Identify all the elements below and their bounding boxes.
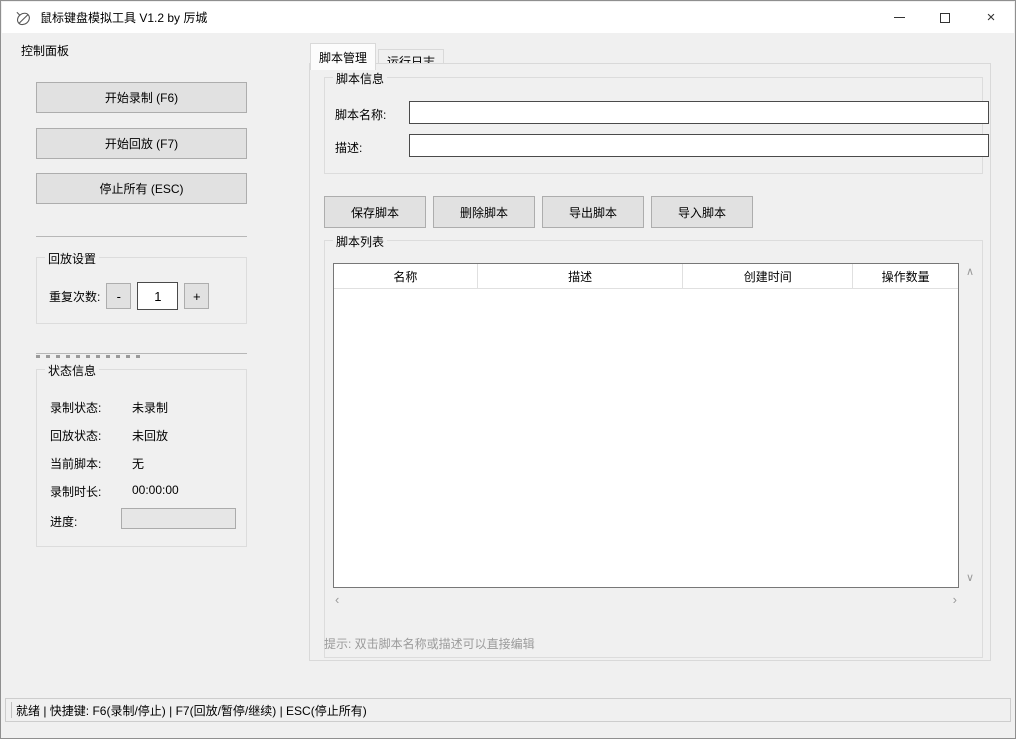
status-bar: 就绪 | 快捷键: F6(录制/停止) | F7(回放/暂停/继续) | ESC… [5,698,1011,722]
delete-script-button[interactable]: 删除脚本 [433,196,535,228]
script-desc-label: 描述: [335,139,362,156]
playback-status-value: 未回放 [132,427,168,444]
status-info-group: 状态信息 录制状态: 未录制 回放状态: 未回放 当前脚本: 无 录制时长: 0… [36,369,247,547]
scroll-right-icon[interactable]: › [953,593,957,606]
record-status-label: 录制状态: [50,399,132,416]
status-info-title: 状态信息 [45,362,99,379]
separator [36,236,247,237]
stop-all-button[interactable]: 停止所有 (ESC) [36,173,247,204]
clipped-text-artifact [36,355,142,358]
minimize-icon [894,17,905,18]
title-bar: 鼠标键盘模拟工具 V1.2 by 厉城 × [2,2,1014,33]
column-header-name[interactable]: 名称 [334,264,478,288]
save-script-button[interactable]: 保存脚本 [324,196,426,228]
record-duration-value: 00:00:00 [132,483,179,500]
start-record-button[interactable]: 开始录制 (F6) [36,82,247,113]
script-name-label: 脚本名称: [335,106,386,123]
repeat-count-input[interactable] [137,282,178,310]
window-controls: × [876,2,1014,33]
script-info-title: 脚本信息 [333,70,387,87]
script-desc-input[interactable] [409,134,989,157]
status-bar-text: 就绪 | 快捷键: F6(录制/停止) | F7(回放/暂停/继续) | ESC… [16,702,367,719]
repeat-count-row: 重复次数: - + [49,282,209,310]
script-name-row: 脚本名称: [335,106,386,123]
mouse-app-icon [14,9,32,27]
separator [36,353,247,354]
column-header-created[interactable]: 创建时间 [683,264,853,288]
current-script-label: 当前脚本: [50,455,132,472]
scroll-up-icon[interactable]: ∧ [966,267,974,278]
current-script-row: 当前脚本: 无 [50,455,144,472]
record-duration-label: 录制时长: [50,483,132,500]
status-bar-divider [11,702,12,718]
script-name-input[interactable] [409,101,989,124]
script-list-title: 脚本列表 [333,233,387,250]
record-status-value: 未录制 [132,399,168,416]
scroll-down-icon[interactable]: ∨ [966,573,974,584]
playback-status-label: 回放状态: [50,427,132,444]
import-script-button[interactable]: 导入脚本 [651,196,753,228]
current-script-value: 无 [132,455,144,472]
vertical-scrollbar[interactable]: ∧ ∨ [962,263,978,588]
close-button[interactable]: × [968,2,1014,33]
playback-settings-group: 回放设置 重复次数: - + [36,257,247,324]
progress-label: 进度: [50,513,77,530]
edit-hint-text: 提示: 双击脚本名称或描述可以直接编辑 [324,635,535,652]
app-window: 鼠标键盘模拟工具 V1.2 by 厉城 × 控制面板 开始录制 (F6) 开始回… [0,0,1016,739]
window-title: 鼠标键盘模拟工具 V1.2 by 厉城 [40,9,207,26]
script-info-group: 脚本信息 脚本名称: 描述: [324,77,983,174]
record-duration-row: 录制时长: 00:00:00 [50,483,179,500]
repeat-increment-button[interactable]: + [184,283,209,309]
control-panel-title: 控制面板 [21,42,69,59]
column-header-op-count[interactable]: 操作数量 [853,264,958,288]
tab-script-management[interactable]: 脚本管理 [310,43,376,70]
script-list-group: 脚本列表 名称 描述 创建时间 操作数量 ∧ ∨ ‹ › [324,240,983,658]
maximize-icon [940,13,950,23]
playback-status-row: 回放状态: 未回放 [50,427,168,444]
repeat-count-label: 重复次数: [49,288,100,305]
repeat-decrement-button[interactable]: - [106,283,131,309]
export-script-button[interactable]: 导出脚本 [542,196,644,228]
playback-settings-title: 回放设置 [45,250,99,267]
script-table-header: 名称 描述 创建时间 操作数量 [334,264,958,289]
horizontal-scrollbar[interactable]: ‹ › [333,591,959,607]
script-management-page: 脚本信息 脚本名称: 描述: 保存脚本 删除脚本 导出脚本 导入脚本 脚本列表 … [309,63,991,661]
minimize-button[interactable] [876,2,922,33]
record-status-row: 录制状态: 未录制 [50,399,168,416]
scroll-left-icon[interactable]: ‹ [335,593,339,606]
column-header-description[interactable]: 描述 [478,264,684,288]
script-desc-row: 描述: [335,139,362,156]
start-playback-button[interactable]: 开始回放 (F7) [36,128,247,159]
close-icon: × [987,10,996,25]
script-table: 名称 描述 创建时间 操作数量 [333,263,959,588]
progress-bar [121,508,236,529]
maximize-button[interactable] [922,2,968,33]
